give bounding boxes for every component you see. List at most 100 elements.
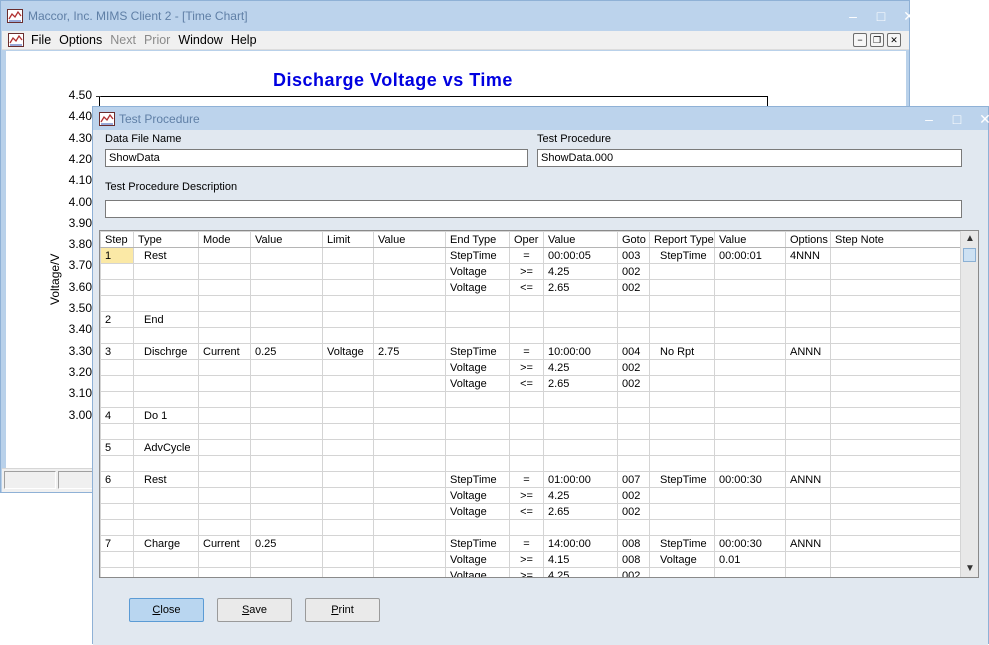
- grid-cell[interactable]: StepTime: [445, 343, 510, 360]
- grid-cell[interactable]: [830, 455, 962, 472]
- grid-cell[interactable]: [785, 487, 831, 504]
- table-row[interactable]: 3 Dischrge Current 0.25 Voltage 2.75 StepTime =…: [100, 343, 962, 360]
- grid-cell[interactable]: [543, 423, 618, 440]
- grid-cell[interactable]: [250, 327, 323, 344]
- grid-cell[interactable]: [373, 439, 446, 456]
- column-header[interactable]: Goto: [617, 231, 650, 248]
- grid-cell[interactable]: [198, 327, 251, 344]
- grid-cell[interactable]: [373, 359, 446, 376]
- grid-cell[interactable]: [100, 503, 134, 520]
- grid-cell[interactable]: [198, 503, 251, 520]
- grid-cell[interactable]: 002: [617, 567, 650, 577]
- grid-cell[interactable]: [445, 311, 510, 328]
- menu-window[interactable]: Window: [178, 33, 222, 47]
- column-header[interactable]: Step Note: [830, 231, 962, 248]
- menu-options[interactable]: Options: [59, 33, 102, 47]
- grid-cell[interactable]: [198, 375, 251, 392]
- grid-cell[interactable]: [714, 487, 786, 504]
- grid-cell[interactable]: [830, 343, 962, 360]
- grid-cell[interactable]: StepTime: [649, 247, 715, 264]
- grid-cell[interactable]: [373, 567, 446, 577]
- grid-cell[interactable]: >=: [509, 263, 544, 280]
- grid-cell[interactable]: 002: [617, 279, 650, 296]
- grid-cell[interactable]: [714, 567, 786, 577]
- grid-cell[interactable]: [714, 263, 786, 280]
- grid-cell[interactable]: [100, 327, 134, 344]
- grid-cell[interactable]: Do 1: [133, 407, 199, 424]
- grid-cell[interactable]: >=: [509, 359, 544, 376]
- minimize-icon[interactable]: –: [847, 8, 859, 25]
- grid-cell[interactable]: [714, 279, 786, 296]
- grid-cell[interactable]: [322, 263, 374, 280]
- table-row[interactable]: 2 End: [100, 311, 962, 328]
- grid-cell[interactable]: [322, 375, 374, 392]
- menu-prior[interactable]: Prior: [144, 33, 170, 47]
- close-button[interactable]: Close: [129, 598, 204, 622]
- grid-cell[interactable]: [373, 455, 446, 472]
- grid-cell[interactable]: StepTime: [445, 471, 510, 488]
- grid-cell[interactable]: 0.01: [714, 551, 786, 568]
- grid-cell[interactable]: 4.25: [543, 487, 618, 504]
- grid-cell[interactable]: 01:00:00: [543, 471, 618, 488]
- grid-cell[interactable]: 7: [100, 535, 134, 552]
- grid-cell[interactable]: [100, 455, 134, 472]
- grid-cell[interactable]: =: [509, 247, 544, 264]
- grid-cell[interactable]: 2.75: [373, 343, 446, 360]
- grid-cell[interactable]: Voltage: [445, 551, 510, 568]
- grid-cell[interactable]: [714, 343, 786, 360]
- grid-cell[interactable]: [322, 535, 374, 552]
- column-header[interactable]: Type: [133, 231, 199, 248]
- grid-cell[interactable]: [785, 263, 831, 280]
- grid-cell[interactable]: [133, 519, 199, 536]
- grid-cell[interactable]: [322, 423, 374, 440]
- grid-cell[interactable]: [198, 471, 251, 488]
- grid-cell[interactable]: [250, 423, 323, 440]
- grid-cell[interactable]: [250, 359, 323, 376]
- grid-cell[interactable]: [250, 439, 323, 456]
- grid-cell[interactable]: [617, 455, 650, 472]
- grid-cell[interactable]: [445, 327, 510, 344]
- grid-cell[interactable]: No Rpt: [649, 343, 715, 360]
- child-window-icon[interactable]: [8, 33, 24, 47]
- grid-cell[interactable]: [322, 327, 374, 344]
- procedure-grid[interactable]: Step Type Mode Value Limit Value End Type Oper V…: [99, 230, 979, 578]
- grid-cell[interactable]: [617, 519, 650, 536]
- grid-cell[interactable]: [250, 455, 323, 472]
- grid-cell[interactable]: [649, 455, 715, 472]
- grid-cell[interactable]: Voltage: [445, 279, 510, 296]
- grid-cell[interactable]: [785, 455, 831, 472]
- grid-cell[interactable]: 00:00:30: [714, 535, 786, 552]
- grid-cell[interactable]: [509, 295, 544, 312]
- grid-cell[interactable]: [714, 375, 786, 392]
- grid-cell[interactable]: 008: [617, 551, 650, 568]
- grid-cell[interactable]: <=: [509, 279, 544, 296]
- grid-cell[interactable]: [543, 311, 618, 328]
- grid-cell[interactable]: [785, 311, 831, 328]
- grid-cell[interactable]: [322, 519, 374, 536]
- grid-cell[interactable]: [250, 471, 323, 488]
- table-row[interactable]: Voltage <= 2.65 002: [100, 279, 962, 296]
- grid-cell[interactable]: [830, 439, 962, 456]
- grid-cell[interactable]: StepTime: [445, 535, 510, 552]
- grid-cell[interactable]: [714, 407, 786, 424]
- table-row[interactable]: 7 Charge Current 0.25 StepTime = 14:00:00 008 St…: [100, 535, 962, 552]
- grid-cell[interactable]: [543, 391, 618, 408]
- grid-cell[interactable]: [198, 439, 251, 456]
- grid-cell[interactable]: [830, 391, 962, 408]
- main-title-bar[interactable]: Maccor, Inc. MIMS Client 2 - [Time Chart…: [1, 1, 915, 31]
- grid-cell[interactable]: [445, 391, 510, 408]
- grid-cell[interactable]: [198, 311, 251, 328]
- grid-cell[interactable]: [617, 311, 650, 328]
- grid-cell[interactable]: 14:00:00: [543, 535, 618, 552]
- grid-cell[interactable]: [133, 375, 199, 392]
- scroll-down-icon[interactable]: ▼: [962, 561, 978, 577]
- print-button[interactable]: Print: [305, 598, 380, 622]
- grid-cell[interactable]: [250, 263, 323, 280]
- grid-cell[interactable]: >=: [509, 567, 544, 577]
- maximize-icon[interactable]: □: [875, 8, 887, 25]
- grid-cell[interactable]: Voltage: [445, 567, 510, 577]
- grid-cell[interactable]: [445, 439, 510, 456]
- grid-cell[interactable]: [830, 551, 962, 568]
- grid-cell[interactable]: [830, 519, 962, 536]
- grid-cell[interactable]: [649, 359, 715, 376]
